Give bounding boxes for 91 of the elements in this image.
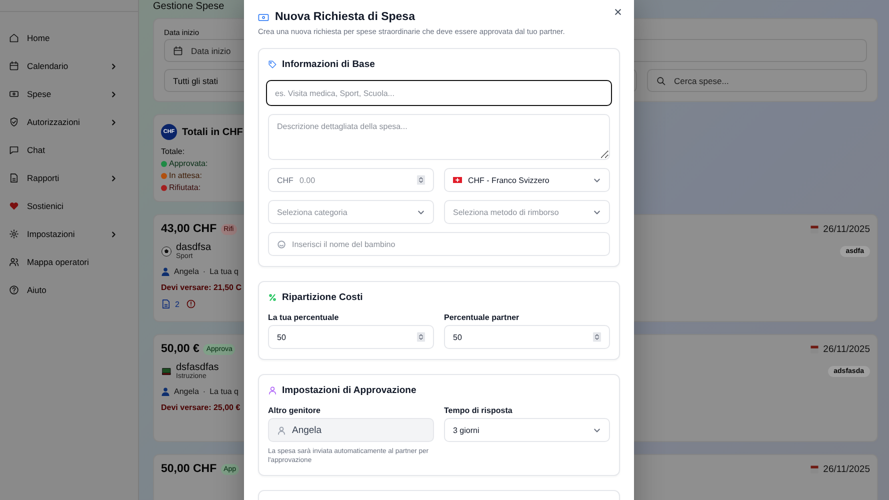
currency-select[interactable]: CHF - Franco Svizzero: [444, 168, 610, 192]
title-field[interactable]: es. Visita medica, Sport, Scuola...: [266, 80, 612, 106]
search-icon: [656, 76, 666, 86]
chevron-down-icon: [417, 210, 425, 214]
expense-amount: 43,00 CHF: [161, 223, 217, 235]
section-title: Impostazioni di Approvazione: [282, 385, 416, 396]
close-icon: [614, 8, 622, 16]
field-label: Altro genitore: [268, 406, 322, 415]
tag-icon: [268, 60, 277, 69]
description-field[interactable]: Descrizione dettagliata della spesa...: [268, 114, 610, 160]
sidebar-item[interactable]: Mappa operatori: [0, 248, 138, 276]
shield-check-icon: [9, 117, 19, 127]
users-icon: [9, 257, 19, 267]
chevron-down-icon: [593, 428, 601, 432]
status-label: In attesa:: [169, 171, 202, 180]
chevron-down-icon: [593, 210, 601, 214]
person-icon: [161, 387, 170, 396]
document-icon: [9, 173, 19, 183]
child-name-field[interactable]: Inserisci il nome del bambino: [268, 232, 610, 256]
ball-icon: [161, 246, 172, 256]
separator-dot: ·: [202, 267, 206, 276]
sidebar-item[interactable]: Chat: [0, 136, 138, 164]
person-name: Angela: [174, 267, 199, 276]
expense-amount: 50,00 €: [161, 343, 200, 355]
book-icon: [161, 366, 172, 376]
flag-icon: [453, 177, 462, 183]
sidebar-item[interactable]: Autorizzazioni: [0, 108, 138, 136]
document-icon: [161, 299, 171, 309]
share-text: La tua q: [210, 267, 239, 276]
section-title: Ripartizione Costi: [282, 292, 363, 303]
amount-due: Devi versare: 21,50 C: [161, 283, 242, 292]
heart-icon: [9, 201, 19, 211]
calendar-icon: [9, 61, 19, 71]
expense-date: 26/11/2025: [823, 224, 870, 234]
sidebar-item[interactable]: Calendario: [0, 52, 138, 80]
modal-title: Nuova Richiesta di Spesa: [275, 11, 415, 23]
section-title: Informazioni di Base: [282, 59, 375, 70]
sidebar-item[interactable]: Sostienici: [0, 192, 138, 220]
status-label: Rifiutata:: [169, 183, 201, 192]
help-icon: [9, 285, 19, 295]
reimbursement-select[interactable]: Seleziona metodo di rimborso: [444, 200, 610, 224]
banknote-icon: [9, 89, 19, 99]
home-icon: [9, 33, 19, 43]
sidebar-item[interactable]: Rapporti: [0, 164, 138, 192]
chevron-right-icon: [110, 118, 117, 126]
chevron-right-icon: [110, 230, 117, 238]
smiley-icon: [277, 240, 286, 248]
percentage-field[interactable]: 50: [268, 325, 434, 349]
parent-field: Angela: [268, 418, 434, 442]
spinner-icon: [417, 175, 425, 185]
field-label: Percentuale partner: [444, 313, 520, 322]
search-field[interactable]: Cerca spese...: [647, 69, 867, 92]
chevron-right-icon: [110, 62, 117, 70]
separator-dot: ·: [202, 387, 206, 396]
amount-due: Devi versare: 25,00 €: [161, 403, 240, 412]
attachment-count: 2: [175, 300, 180, 308]
chevron-right-icon: [110, 174, 117, 182]
percent-icon: [268, 293, 277, 302]
close-button[interactable]: [612, 6, 624, 18]
status-label: Approvata:: [169, 159, 208, 168]
expense-amount: 50,00 CHF: [161, 463, 217, 475]
chevron-right-icon: [110, 90, 117, 98]
person-icon: [161, 267, 170, 276]
user-icon: [277, 426, 286, 434]
percentage-field[interactable]: 50: [444, 325, 610, 349]
user-icon: [268, 386, 277, 395]
field-label: Tempo di risposta: [444, 406, 514, 415]
totals-title: Totali in CHF: [182, 126, 243, 138]
settings-icon: [9, 229, 19, 239]
total-label: Totale:: [161, 147, 185, 156]
share-text: La tua q: [210, 387, 239, 396]
amount-field[interactable]: CHF 0.00: [268, 168, 434, 192]
spinner-icon: [593, 332, 601, 342]
expense-title: dasdfsa: [176, 242, 212, 253]
expense-date: 26/11/2025: [823, 464, 870, 474]
sidebar-item[interactable]: Aiuto: [0, 276, 138, 304]
chevron-down-icon: [593, 178, 601, 182]
sidebar-item[interactable]: Home: [0, 24, 138, 52]
sidebar-item[interactable]: Impostazioni: [0, 220, 138, 248]
calendar-icon: [173, 46, 183, 56]
sidebar-item[interactable]: Spese: [0, 80, 138, 108]
page-title: Gestione Spese: [153, 1, 226, 12]
expense-title: dsfasdfas: [176, 362, 219, 373]
category-select[interactable]: Seleziona categoria: [268, 200, 434, 224]
chat-icon: [9, 145, 19, 155]
person-name: Angela: [174, 387, 199, 396]
response-time-select[interactable]: 3 giorni: [444, 418, 610, 442]
spinner-icon: [417, 332, 425, 342]
banknote-icon: [258, 12, 269, 22]
field-label: La tua percentuale: [268, 313, 340, 322]
expense-date: 26/11/2025: [823, 344, 870, 354]
